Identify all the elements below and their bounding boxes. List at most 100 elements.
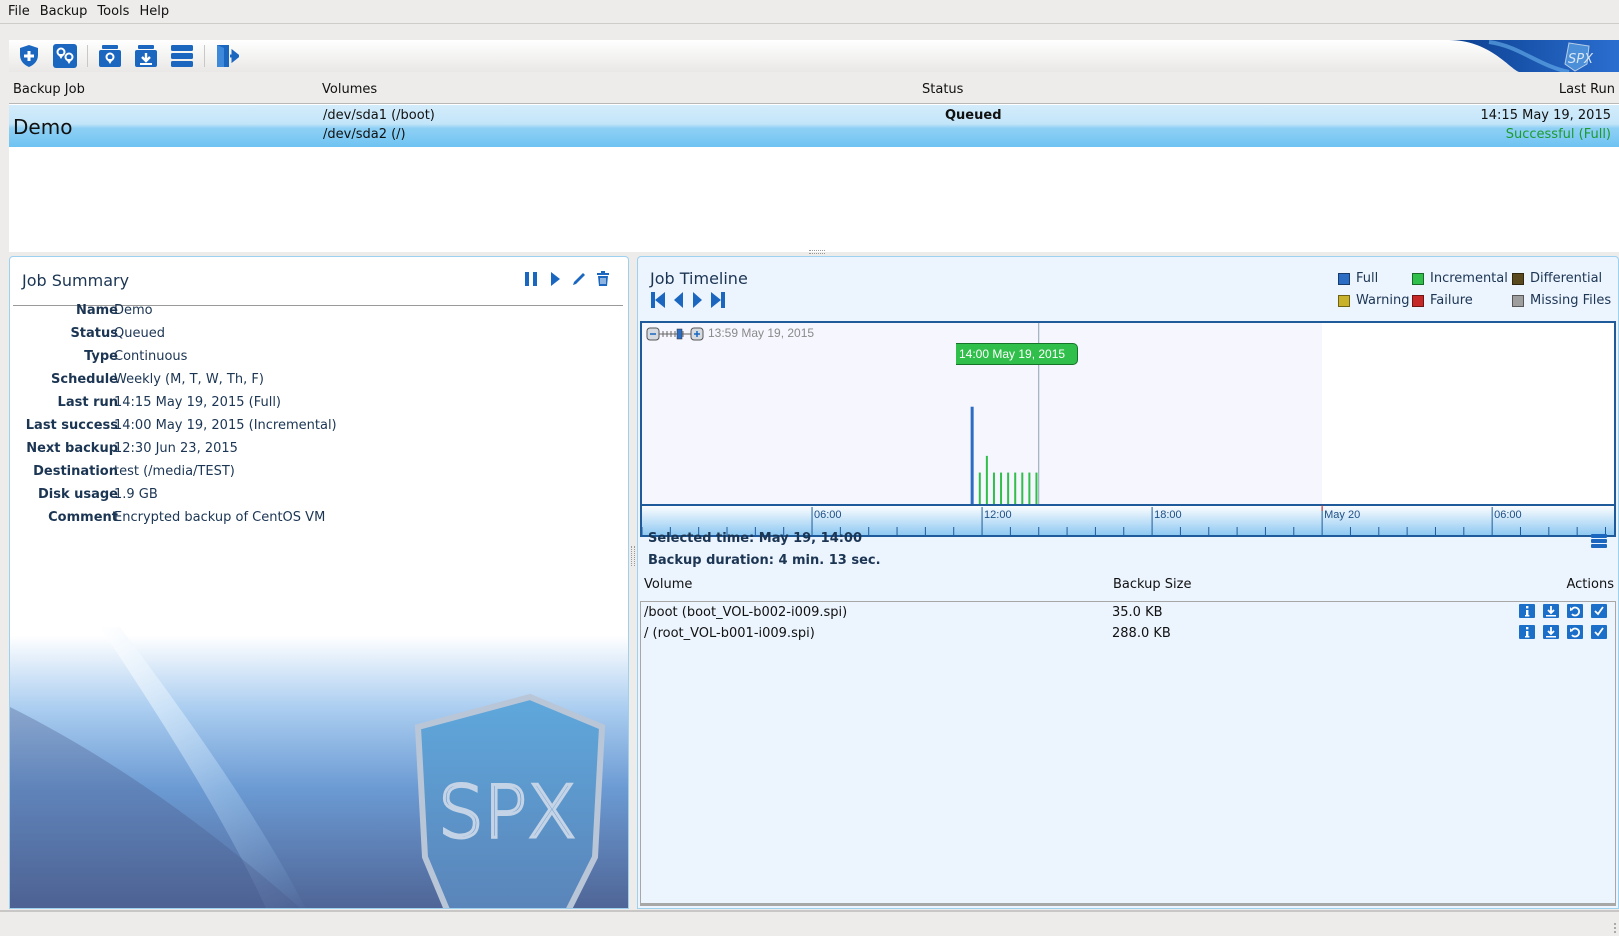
- job-volume: /dev/sda2 (/): [323, 127, 406, 142]
- drive-location-icon: [99, 45, 121, 67]
- legend-item-full: Full: [1338, 271, 1378, 286]
- status-bar: [0, 910, 1619, 936]
- volume-info-button[interactable]: [1519, 625, 1535, 639]
- column-header-last-run[interactable]: Last Run: [1559, 82, 1615, 97]
- volume-download-button[interactable]: [1543, 604, 1559, 618]
- timeline-bar-incremental: [1000, 472, 1003, 505]
- delete-job-button[interactable]: [594, 269, 612, 289]
- location-pins-icon: [53, 44, 77, 68]
- exit-button[interactable]: [213, 42, 241, 70]
- backup-job-list: Backup Job Volumes Status Last Run Demo …: [9, 76, 1619, 252]
- timeline-legend: Full Incremental Differential Warning Fa…: [1328, 271, 1618, 315]
- timeline-last-button[interactable]: [710, 291, 726, 309]
- exit-door-icon: [217, 45, 239, 67]
- menu-file[interactable]: File: [4, 4, 34, 19]
- brand-banner: SPX: [1449, 40, 1619, 72]
- toolbar-separator: [204, 45, 205, 67]
- timeline-tick-label: 06:00: [1494, 509, 1522, 521]
- timeline-bar-incremental: [992, 472, 995, 505]
- summary-field-last-success: Last success 14:00 May 19, 2015 (Incremen…: [10, 418, 628, 440]
- legend-swatch: [1338, 294, 1350, 307]
- summary-field-next-backup: Next backup 12:30 Jun 23, 2015: [10, 441, 628, 463]
- vertical-splitter[interactable]: [629, 256, 637, 909]
- volume-verify-button[interactable]: [1591, 604, 1607, 618]
- legend-label: Full: [1356, 271, 1379, 286]
- info-icon: [1525, 606, 1530, 617]
- field-label: Next backup: [26, 441, 118, 456]
- volume-verify-button[interactable]: [1591, 625, 1607, 639]
- pause-job-button[interactable]: [522, 269, 540, 289]
- splitter-grip: [631, 546, 635, 566]
- column-header-volume[interactable]: Volume: [644, 577, 692, 592]
- timeline-future-region: [1322, 323, 1614, 505]
- volume-info-button[interactable]: [1519, 604, 1535, 618]
- timeline-zoom-slider[interactable]: [646, 327, 704, 341]
- timeline-next-button[interactable]: [690, 291, 706, 309]
- job-status: Queued: [945, 108, 1002, 123]
- volume-restore-button[interactable]: [1567, 625, 1583, 639]
- field-value: 12:30 Jun 23, 2015: [114, 441, 238, 456]
- timeline-chart[interactable]: 06:00 12:00 18:00 May 20 06:00 13:59 May 19,…: [640, 321, 1616, 537]
- field-label: Destination: [33, 464, 118, 479]
- job-timeline-title: Job Timeline: [650, 269, 748, 288]
- destination-button[interactable]: [96, 42, 124, 70]
- zoom-slider-handle: [676, 328, 683, 340]
- legend-label: Differential: [1530, 271, 1603, 286]
- new-backup-job-button[interactable]: [15, 42, 43, 70]
- menu-tools[interactable]: Tools: [93, 4, 133, 19]
- column-header-status[interactable]: Status: [922, 82, 963, 97]
- info-icon: [1525, 627, 1530, 638]
- summary-watermark-text: SPX: [438, 770, 576, 854]
- volume-size: 288.0 KB: [1112, 626, 1171, 641]
- summary-field-status: Status Queued: [10, 326, 628, 348]
- timeline-first-button[interactable]: [650, 291, 666, 309]
- field-label: Status: [70, 326, 118, 341]
- field-value: 1.9 GB: [114, 487, 158, 502]
- stacked-drives-icon: [171, 45, 193, 67]
- column-header-backup-job[interactable]: Backup Job: [13, 82, 85, 97]
- job-row-demo[interactable]: Demo /dev/sda1 (/boot) /dev/sda2 (/) Que…: [9, 105, 1619, 147]
- field-label: Type: [84, 349, 118, 364]
- summary-background-art: SPX: [10, 597, 628, 908]
- download-icon: [1546, 627, 1556, 638]
- timeline-bar-full: [970, 406, 974, 505]
- edit-job-button[interactable]: [570, 269, 588, 289]
- window-resize-grip[interactable]: [1606, 923, 1616, 933]
- summary-field-disk-usage: Disk usage 1.9 GB: [10, 487, 628, 509]
- run-job-button[interactable]: [546, 269, 564, 289]
- job-summary-actions: [522, 269, 612, 289]
- summary-field-type: Type Continuous: [10, 349, 628, 371]
- menu-backup[interactable]: Backup: [36, 4, 92, 19]
- timeline-selected-marker[interactable]: 14:00 May 19, 2015: [956, 343, 1079, 365]
- volume-download-button[interactable]: [1543, 625, 1559, 639]
- summary-field-name: Name Demo: [10, 303, 628, 325]
- volume-restore-button[interactable]: [1567, 604, 1583, 618]
- volume-name: /boot (boot_VOL-b002-i009.spi): [644, 605, 848, 620]
- timeline-tick-label: 18:00: [1154, 509, 1182, 521]
- splitter-grip: [809, 250, 825, 254]
- timeline-bar-incremental: [978, 472, 981, 505]
- volume-row[interactable]: / (root_VOL-b001-i009.spi) 288.0 KB: [641, 623, 1615, 645]
- field-value: 14:00 May 19, 2015 (Incremental): [114, 418, 337, 433]
- column-header-volumes[interactable]: Volumes: [322, 82, 377, 97]
- job-list-header: Backup Job Volumes Status Last Run: [9, 76, 1619, 104]
- volume-list-toggle-button[interactable]: [1590, 533, 1608, 549]
- job-summary-panel: SPX Job Summary Name Demo Status Queued Ty…: [9, 256, 629, 909]
- menu-help[interactable]: Help: [135, 4, 173, 19]
- column-header-backup-size[interactable]: Backup Size: [1113, 577, 1191, 592]
- volume-row[interactable]: /boot (boot_VOL-b002-i009.spi) 35.0 KB: [641, 602, 1615, 624]
- job-volume: /dev/sda1 (/boot): [323, 108, 435, 123]
- storage-list-button[interactable]: [168, 42, 196, 70]
- field-label: Comment: [48, 510, 118, 525]
- field-value: 14:15 May 19, 2015 (Full): [114, 395, 282, 410]
- previous-icon: [674, 292, 683, 308]
- volume-size: 35.0 KB: [1112, 605, 1163, 620]
- timeline-navigation: [650, 291, 726, 309]
- legend-swatch: [1512, 272, 1524, 285]
- manage-destinations-button[interactable]: [51, 42, 79, 70]
- legend-item-warning: Warning: [1338, 293, 1409, 308]
- timeline-bar-incremental: [1035, 472, 1038, 505]
- drive-download-icon: [135, 45, 157, 67]
- timeline-previous-button[interactable]: [670, 291, 686, 309]
- restore-button[interactable]: [132, 42, 160, 70]
